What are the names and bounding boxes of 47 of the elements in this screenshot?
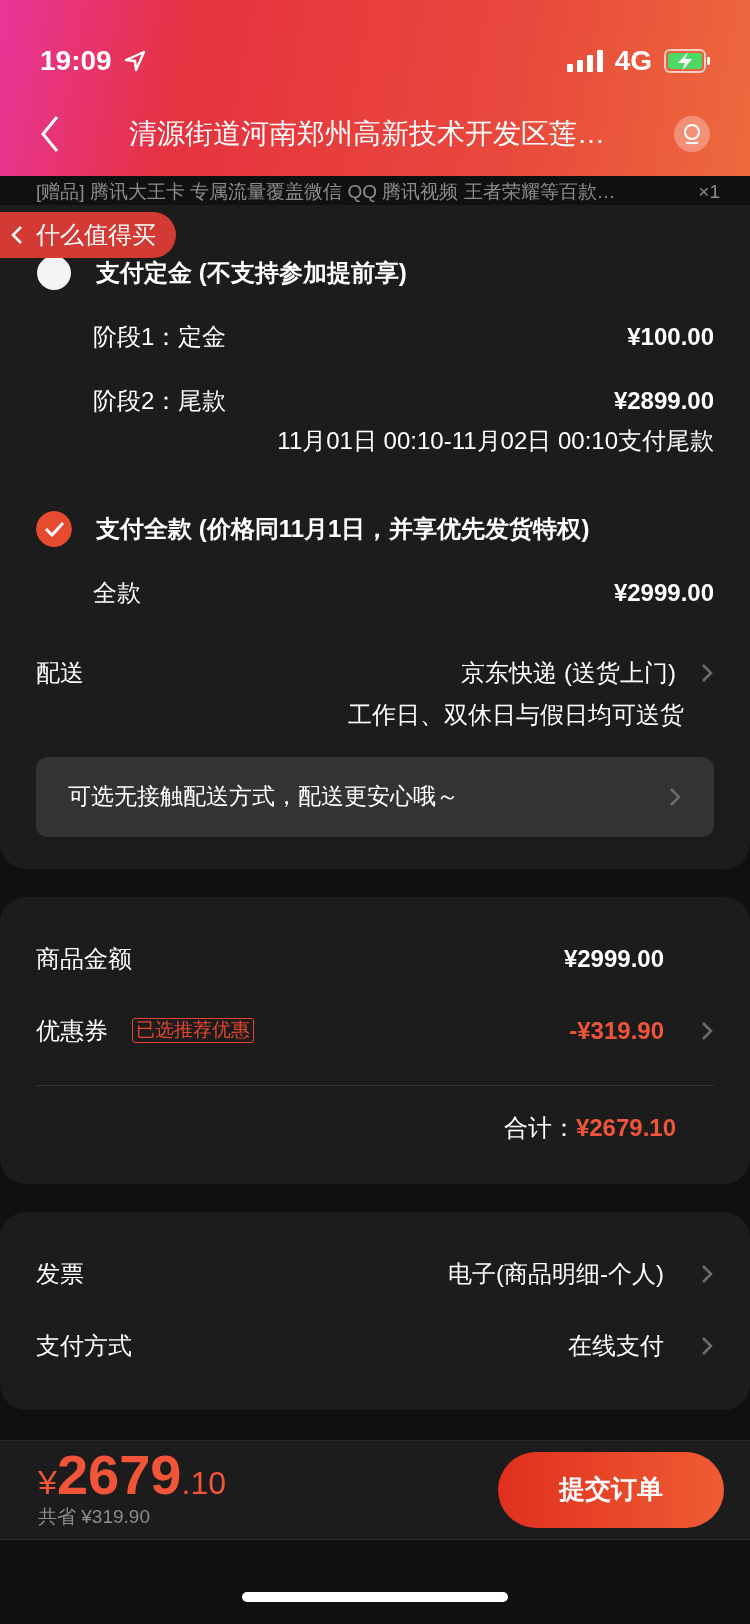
quantity-label: ×1 — [698, 180, 720, 204]
battery-charging-icon — [664, 49, 710, 73]
settings-label: 支付方式 — [36, 1330, 132, 1361]
payment-option-label: 支付全款 (价格同11月1日，并享优先发货特权) — [96, 513, 590, 544]
settings-label: 发票 — [36, 1258, 84, 1289]
stage-label: 阶段2：尾款 — [93, 385, 227, 416]
total-price: ¥2679.10 — [38, 1447, 226, 1504]
price-value: ¥2999.00 — [613, 577, 714, 608]
address-title: 清源街道河南郑州高新技术开发区莲… — [128, 117, 606, 151]
total-label: 合计： — [503, 1112, 576, 1143]
status-time: 19:09 — [40, 44, 112, 78]
delivery-label: 配送 — [36, 657, 84, 688]
stage-label: 全款 — [93, 577, 141, 608]
back-icon — [40, 115, 60, 153]
payment-option-label: 支付定金 (不支持参加提前享) — [96, 257, 407, 288]
location-pin-icon — [674, 116, 710, 152]
amount-value: ¥2999.00 — [563, 943, 664, 974]
settings-row[interactable]: 支付方式 在线支付 — [36, 1327, 714, 1364]
chevron-right-icon — [700, 1262, 714, 1285]
savings-text: 共省 ¥319.90 — [38, 1505, 151, 1530]
chevron-left-icon — [10, 224, 24, 246]
signal-icon — [566, 50, 603, 72]
delivery-method: 京东快递 (送货上门) — [461, 657, 676, 688]
amount-value: -¥319.90 — [569, 1015, 664, 1046]
banner-text: 可选无接触配送方式，配送更安心哦～ — [68, 782, 459, 812]
stage-label: 阶段1：定金 — [93, 321, 227, 352]
coupon-tag: 已选推荐优惠 — [132, 1018, 254, 1044]
submit-order-button[interactable]: 提交订单 — [498, 1451, 724, 1528]
price-value: ¥2899.00 — [613, 385, 714, 416]
chevron-right-icon — [700, 661, 714, 684]
settings-value: 电子(商品明细-个人) — [448, 1258, 664, 1289]
chevron-right-icon — [700, 1334, 714, 1357]
settings-value: 在线支付 — [568, 1330, 664, 1361]
contactless-delivery-banner[interactable]: 可选无接触配送方式，配送更安心哦～ — [36, 756, 714, 837]
settings-row[interactable]: 发票 电子(商品明细-个人) — [36, 1255, 714, 1292]
radio-checked-icon[interactable] — [36, 510, 72, 547]
summary-label: 商品金额 — [36, 943, 132, 974]
payment-time-note: 11月01日 00:10-11月02日 00:10支付尾款 — [277, 425, 714, 456]
price-value: ¥100.00 — [627, 321, 714, 352]
total-value: ¥2679.10 — [575, 1112, 676, 1143]
chevron-right-icon — [668, 785, 682, 808]
gift-item-text: [赠品] 腾讯大王卡 专属流量覆盖微信 QQ 腾讯视频 王者荣耀等百款… — [36, 180, 616, 204]
floating-return-button[interactable]: 什么值得买 — [0, 212, 176, 258]
summary-label: 优惠券 — [36, 1015, 108, 1046]
location-arrow-icon — [123, 50, 146, 72]
delivery-note: 工作日、双休日与假日均可送货 — [348, 699, 684, 730]
network-label: 4G — [614, 44, 652, 78]
